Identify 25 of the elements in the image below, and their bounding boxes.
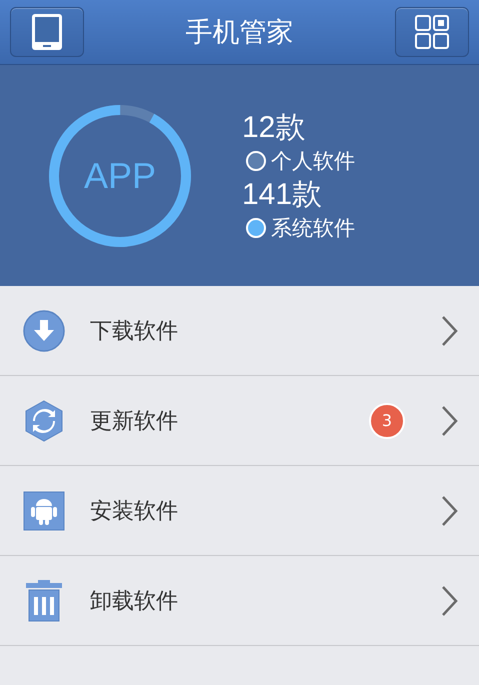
menu-label: 安装软件 bbox=[90, 498, 179, 526]
chevron-icon bbox=[440, 494, 458, 526]
legend-label: 个人软件 bbox=[271, 148, 355, 174]
menu-label: 更新软件 bbox=[90, 408, 179, 436]
legend-label: 系统软件 bbox=[271, 214, 355, 242]
app-count: 12款 bbox=[242, 110, 306, 146]
ring-label: APP bbox=[84, 154, 156, 196]
phone-icon bbox=[31, 13, 63, 51]
android-icon bbox=[22, 488, 66, 532]
menu-item[interactable]: 安装软件 bbox=[0, 466, 479, 556]
menu-label: 卸载软件 bbox=[90, 588, 179, 616]
chevron-icon bbox=[440, 314, 458, 346]
phone-button[interactable] bbox=[10, 7, 84, 57]
app-title: 手机管家 bbox=[186, 16, 294, 50]
app-count: 141款 bbox=[242, 176, 324, 212]
menu-item[interactable]: 卸载软件 bbox=[0, 556, 479, 646]
menu-item[interactable]: 下载软件 bbox=[0, 286, 479, 376]
menu-label: 下载软件 bbox=[90, 318, 179, 346]
chevron-icon bbox=[440, 584, 458, 616]
menu-item[interactable]: 更新软件 3 bbox=[0, 376, 479, 466]
chevron-icon bbox=[440, 404, 458, 436]
count-badge: 3 bbox=[369, 402, 405, 438]
download-icon bbox=[22, 308, 66, 352]
grid-icon bbox=[414, 14, 450, 50]
grid-button[interactable] bbox=[395, 7, 469, 57]
